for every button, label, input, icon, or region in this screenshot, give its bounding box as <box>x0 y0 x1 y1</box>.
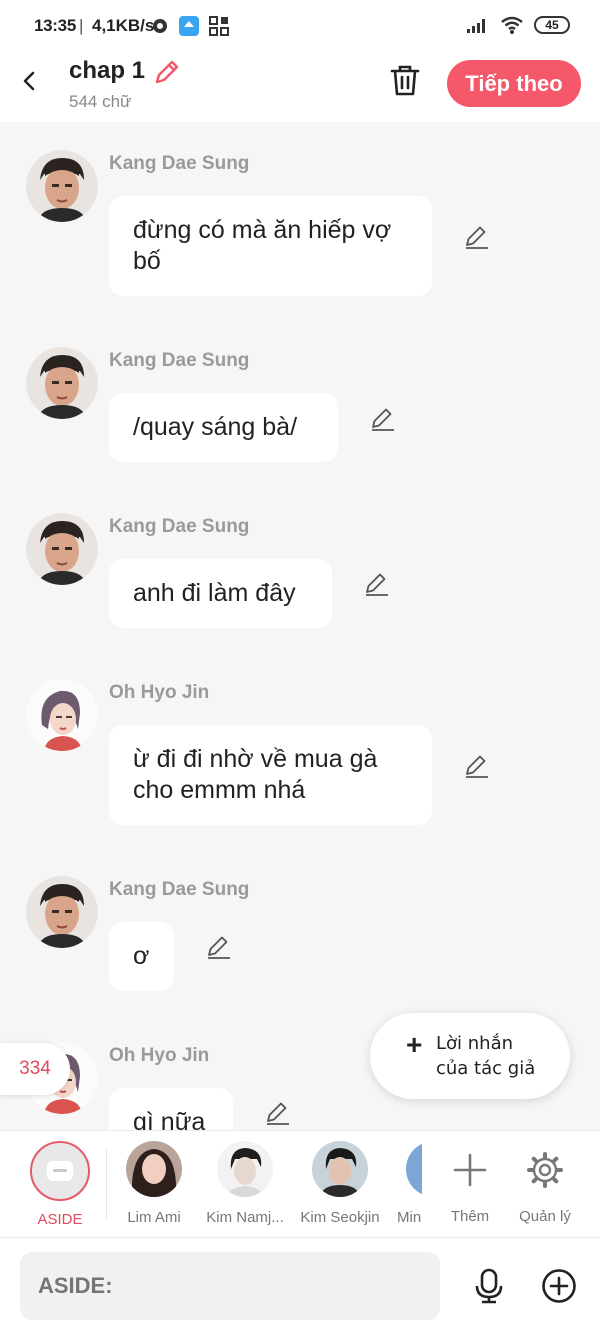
status-time: 13:35 <box>34 16 76 35</box>
edit-message-icon[interactable] <box>363 570 391 598</box>
status-bar: 13:35 | 4,1KB/s 45 <box>0 0 600 55</box>
aside-avatar <box>30 1141 90 1201</box>
message-bubble[interactable]: anh đi làm đây <box>109 559 332 628</box>
badge-count: 334 <box>19 1058 51 1079</box>
message-text: đừng có mà ăn hiếp vợ bố <box>133 216 392 275</box>
author-note-label: Lời nhắn của tác giả <box>436 1031 535 1081</box>
add-circle-icon[interactable] <box>541 1268 577 1304</box>
message-text: /quay sáng bà/ <box>133 413 298 441</box>
chapter-title[interactable]: chap 1 <box>69 57 145 85</box>
editor-header: chap 1 544 chữ Tiếp theo <box>0 55 600 122</box>
word-count: 544 chữ <box>69 92 132 111</box>
sender-name: Kang Dae Sung <box>109 153 250 174</box>
character-item[interactable]: Kim Seokjin <box>295 1141 385 1226</box>
battery-icon: 45 <box>534 16 570 34</box>
input-bar <box>0 1237 600 1334</box>
avatar[interactable] <box>26 876 98 948</box>
edit-message-icon[interactable] <box>369 405 397 433</box>
character-item[interactable]: Lim Ami <box>109 1141 199 1226</box>
sync-icon <box>153 19 167 33</box>
message-text: anh đi làm đây <box>133 579 296 607</box>
message-bubble[interactable]: đừng có mà ăn hiếp vợ bố <box>109 196 432 296</box>
back-icon[interactable] <box>18 69 42 93</box>
gear-icon <box>527 1152 563 1188</box>
divider <box>106 1149 107 1219</box>
side-badge[interactable]: 334 <box>0 1043 70 1095</box>
plus-icon <box>453 1153 487 1187</box>
character-item[interactable]: Min <box>388 1141 422 1226</box>
edit-message-icon[interactable] <box>205 933 233 961</box>
signal-icon <box>467 19 485 33</box>
avatar <box>406 1141 422 1197</box>
edit-message-icon[interactable] <box>463 752 491 780</box>
app-icon <box>179 16 199 36</box>
character-item[interactable]: Kim Namj... <box>200 1141 290 1226</box>
aside-icon <box>47 1161 73 1181</box>
character-label: Lim Ami <box>127 1209 181 1226</box>
message-text: gì nữa <box>133 1108 206 1130</box>
sender-name: Kang Dae Sung <box>109 879 250 900</box>
chat-list: Kang Dae Sung đừng có mà ăn hiếp vợ bố K… <box>0 122 600 1130</box>
plus-icon: + <box>406 1029 423 1060</box>
character-label: ASIDE <box>37 1211 83 1228</box>
grid-icon <box>209 16 229 36</box>
message-bubble[interactable]: gì nữa <box>109 1088 233 1130</box>
message-bubble[interactable]: ơ <box>109 922 174 991</box>
avatar[interactable] <box>26 679 98 751</box>
character-label: Kim Namj... <box>206 1209 284 1226</box>
message-text: ừ đi đi nhờ về mua gà cho emmm nhá <box>133 745 378 804</box>
edit-title-icon[interactable] <box>152 57 182 87</box>
edit-message-icon[interactable] <box>463 223 491 251</box>
message-text: ơ <box>133 942 150 970</box>
character-bar: ASIDE Lim Ami Kim Namj... Kim Seokjin Mi… <box>0 1130 600 1238</box>
sender-name: Oh Hyo Jin <box>109 682 210 703</box>
avatar[interactable] <box>26 150 98 222</box>
author-note-line1: Lời nhắn <box>436 1033 514 1054</box>
sender-name: Oh Hyo Jin <box>109 1045 210 1066</box>
trash-icon[interactable] <box>388 62 422 98</box>
manage-characters-button[interactable]: Quản lý <box>500 1141 590 1225</box>
sender-name: Kang Dae Sung <box>109 350 250 371</box>
next-button[interactable]: Tiếp theo <box>447 60 581 107</box>
avatar[interactable] <box>26 513 98 585</box>
avatar <box>126 1141 182 1197</box>
wifi-icon <box>501 16 523 34</box>
character-label: Kim Seokjin <box>300 1209 380 1226</box>
battery-level: 45 <box>545 18 559 32</box>
edit-message-icon[interactable] <box>264 1099 292 1127</box>
avatar[interactable] <box>26 347 98 419</box>
microphone-icon[interactable] <box>473 1268 505 1304</box>
message-bubble[interactable]: ừ đi đi nhờ về mua gà cho emmm nhá <box>109 725 432 825</box>
status-speed: 4,1KB/s <box>92 16 155 35</box>
avatar <box>312 1141 368 1197</box>
manage-label: Quản lý <box>519 1208 571 1225</box>
message-input[interactable] <box>20 1252 440 1320</box>
character-label: Min <box>397 1209 422 1226</box>
character-aside[interactable]: ASIDE <box>15 1141 105 1228</box>
avatar <box>217 1141 273 1197</box>
message-bubble[interactable]: /quay sáng bà/ <box>109 393 338 462</box>
author-note-line2: của tác giả <box>436 1058 536 1079</box>
author-note-button[interactable]: + Lời nhắn của tác giả <box>370 1013 570 1099</box>
status-separator: | <box>79 16 84 35</box>
sender-name: Kang Dae Sung <box>109 516 250 537</box>
